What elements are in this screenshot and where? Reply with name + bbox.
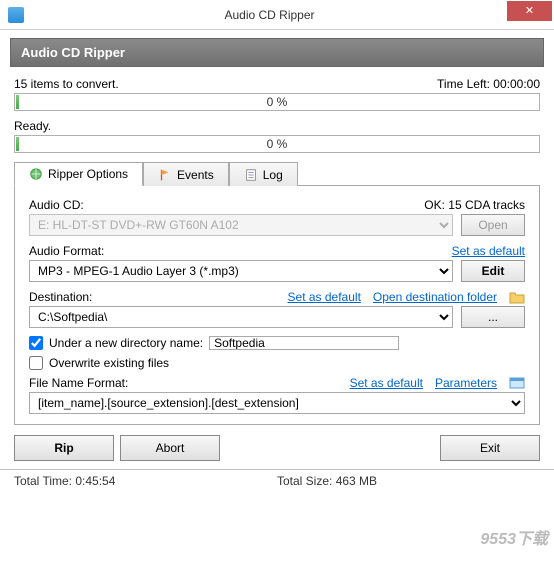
close-button[interactable]: ✕: [507, 1, 552, 21]
watermark: 9553下载: [480, 525, 548, 549]
filename-format-label: File Name Format:: [29, 376, 128, 390]
status-bar: Total Time: 0:45:54 Total Size: 463 MB: [0, 469, 554, 492]
log-icon: [244, 168, 258, 182]
audio-cd-label: Audio CD:: [29, 198, 84, 212]
destination-label: Destination:: [29, 290, 92, 304]
overwrite-label: Overwrite existing files: [49, 356, 169, 370]
tab-ripper-options[interactable]: Ripper Options: [14, 162, 143, 186]
item-progress-bar: 0 %: [14, 135, 540, 153]
open-button[interactable]: Open: [461, 214, 525, 236]
audio-cd-status: OK: 15 CDA tracks: [424, 198, 525, 212]
rip-button[interactable]: Rip: [14, 435, 114, 461]
total-time: Total Time: 0:45:54: [14, 474, 277, 488]
ready-label: Ready.: [14, 119, 51, 133]
window-title: Audio CD Ripper: [32, 8, 507, 22]
filename-format-select[interactable]: [item_name].[source_extension].[dest_ext…: [29, 392, 525, 414]
item-progress-text: 0 %: [15, 137, 539, 151]
edit-button[interactable]: Edit: [461, 260, 525, 282]
total-progress-bar: 0 %: [14, 93, 540, 111]
parameters-icon: [509, 376, 525, 390]
banner-title: Audio CD Ripper: [10, 38, 544, 67]
tab-log[interactable]: Log: [229, 162, 298, 186]
folder-icon: [509, 290, 525, 304]
items-to-convert: 15 items to convert.: [14, 77, 119, 91]
dest-set-default-link[interactable]: Set as default: [288, 290, 361, 304]
tab-events[interactable]: Events: [143, 162, 229, 186]
globe-icon: [29, 167, 43, 181]
total-size: Total Size: 463 MB: [277, 474, 540, 488]
titlebar: Audio CD Ripper ✕: [0, 0, 554, 30]
audio-cd-select[interactable]: E: HL-DT-ST DVD+-RW GT60N A102: [29, 214, 453, 236]
browse-button[interactable]: ...: [461, 306, 525, 328]
audio-format-select[interactable]: MP3 - MPEG-1 Audio Layer 3 (*.mp3): [29, 260, 453, 282]
exit-button[interactable]: Exit: [440, 435, 540, 461]
app-icon: [8, 7, 24, 23]
time-left: Time Left: 00:00:00: [437, 77, 540, 91]
flag-icon: [158, 168, 172, 182]
destination-select[interactable]: C:\Softpedia\: [29, 306, 453, 328]
new-directory-input[interactable]: [209, 336, 399, 350]
open-destination-link[interactable]: Open destination folder: [373, 290, 497, 304]
abort-button[interactable]: Abort: [120, 435, 220, 461]
filename-set-default-link[interactable]: Set as default: [350, 376, 423, 390]
tab-panel-ripper: Audio CD: OK: 15 CDA tracks E: HL-DT-ST …: [14, 186, 540, 425]
format-set-default-link[interactable]: Set as default: [452, 244, 525, 258]
new-directory-label: Under a new directory name:: [49, 336, 203, 350]
parameters-link[interactable]: Parameters: [435, 376, 497, 390]
new-directory-checkbox[interactable]: [29, 336, 43, 350]
overwrite-checkbox[interactable]: [29, 356, 43, 370]
audio-format-label: Audio Format:: [29, 244, 104, 258]
tab-strip: Ripper Options Events Log: [14, 161, 540, 186]
total-progress-text: 0 %: [15, 95, 539, 109]
action-buttons: Rip Abort Exit: [0, 425, 554, 469]
